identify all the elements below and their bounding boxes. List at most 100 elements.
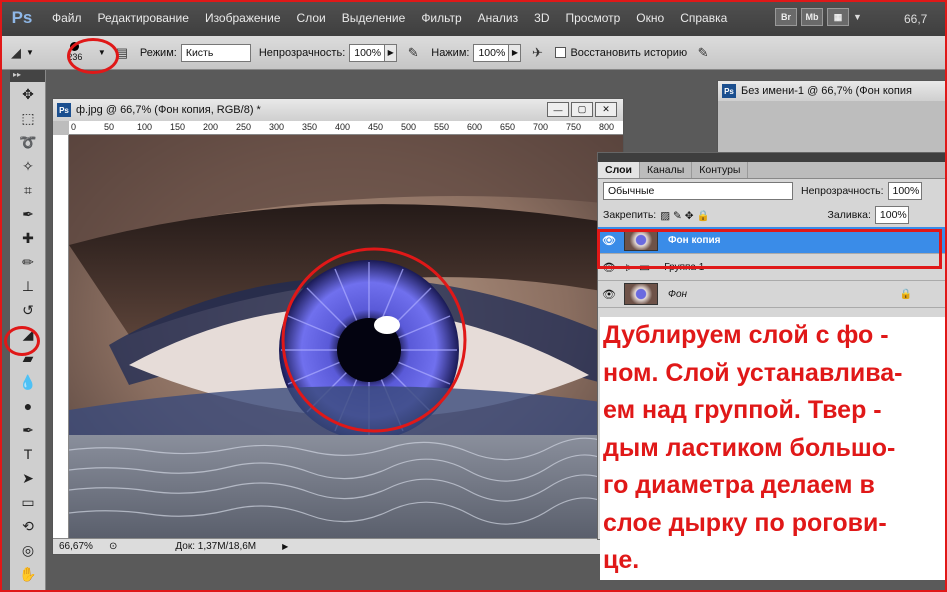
doc-info: Док: 1,37M/18,6M [175,541,257,552]
flow-label: Нажим: [431,46,470,59]
layer-opacity-input[interactable]: 100% [887,182,922,200]
lock-row: Закрепить: ▨ ✎ ✥ 🔒 Заливка: 100% [598,203,946,227]
zoom-icon[interactable]: ⊙ [109,541,117,552]
crop-tool-icon[interactable]: ⌗ [10,178,46,202]
ruler-tick-label: 300 [269,122,285,132]
lock-pixels-icon[interactable]: ▨ ✎ ✥ 🔒 [660,209,709,222]
tab-channels[interactable]: Каналы [640,162,693,178]
blend-row: Обычные Непрозрачность: 100% [598,179,946,203]
shape-tool-icon[interactable]: ▭ [10,490,46,514]
path-select-icon[interactable]: ➤ [10,466,46,490]
status-menu-arrow-icon[interactable]: ▶ [282,542,288,551]
zoom-field[interactable]: 66,67% [59,541,103,552]
blur-tool-icon[interactable]: 💧 [10,370,46,394]
folder-icon: ▭ [638,260,651,274]
menu-file[interactable]: Файл [44,11,90,25]
type-tool-icon[interactable]: T [10,442,46,466]
move-tool-icon[interactable]: ✥ [10,82,46,106]
toolbox-header: ▸▸ [10,70,45,82]
flow-input[interactable]: 100% [473,43,510,62]
layer-opacity-label: Непрозрачность: [801,185,884,197]
tab-paths[interactable]: Контуры [692,162,749,178]
expand-arrow-icon[interactable]: ▷ [626,262,633,273]
zoom-readout: 66,7 [904,12,928,26]
layer-row[interactable]: 👁 ▷ ▭ Группа 1 [598,254,946,281]
ruler-tick-label: 250 [236,122,252,132]
document2-title-bar[interactable]: Ps Без имени-1 @ 66,7% (Фон копия [718,81,946,101]
close-button[interactable]: ✕ [595,102,617,117]
menu-3d[interactable]: 3D [526,11,557,25]
ruler-tick-label: 350 [302,122,318,132]
menu-select[interactable]: Выделение [334,11,414,25]
instruction-text: Дублируем слой с фо - ном. Слой устанавл… [600,317,946,580]
instruction-line: Дублируем слой с фо - [603,321,889,349]
menu-analysis[interactable]: Анализ [470,11,527,25]
maximize-button[interactable]: ▢ [571,102,593,117]
ruler-left[interactable] [53,135,69,538]
ps-doc-icon: Ps [722,84,736,98]
menu-edit[interactable]: Редактирование [90,11,197,25]
opacity-arrow[interactable]: ▶ [385,43,398,62]
ruler-tick-label: 100 [137,122,153,132]
eraser-tool-icon[interactable]: ◢ [6,43,26,63]
menu-filter[interactable]: Фильтр [413,11,469,25]
history-label: Восстановить историю [570,46,688,59]
pen-tool-icon[interactable]: ✒ [10,418,46,442]
image-canvas[interactable] [69,135,623,538]
menu-layers[interactable]: Слои [289,11,334,25]
3d-orbit-icon[interactable]: ◎ [10,538,46,562]
eraser-highlight-circle [4,326,40,356]
menu-bar: Ps Файл Редактирование Изображение Слои … [0,0,947,36]
hand-tool-icon[interactable]: ✋ [10,562,46,586]
opacity-input[interactable]: 100% [349,43,386,62]
pressure-opacity-icon[interactable]: ✎ [403,43,423,63]
ruler-tick-label: 500 [401,122,417,132]
mode-label: Режим: [139,46,177,59]
pressure-size-icon[interactable]: ✎ [693,43,713,63]
bridge-button[interactable]: Br [775,8,797,26]
3d-rotate-icon[interactable]: ⟲ [10,514,46,538]
ruler-tick-label: 200 [203,122,219,132]
history-checkbox[interactable] [555,47,567,58]
lasso-tool-icon[interactable]: ➰ [10,130,46,154]
ruler-top[interactable]: 0 50 100 150 200 250 300 350 400 450 500 550 600 650 7… [69,121,623,135]
eyedropper-icon[interactable]: ✒ [10,202,46,226]
quick-select-icon[interactable]: ✧ [10,154,46,178]
marquee-tool-icon[interactable]: ⬚ [10,106,46,130]
ruler-tick-label: 750 [566,122,582,132]
screen-mode-icon[interactable]: ▦ [827,8,849,26]
mode-select[interactable]: Кисть [180,43,251,62]
document-title: ф.jpg @ 66,7% (Фон копия, RGB/8) * [76,104,261,116]
panel-header[interactable] [598,153,946,162]
ruler-tick-label: 450 [368,122,384,132]
brush-tool-icon[interactable]: ✏ [10,250,46,274]
blend-mode-select[interactable]: Обычные [603,182,793,200]
document-title-bar[interactable]: Ps ф.jpg @ 66,7% (Фон копия, RGB/8) * — … [53,99,623,121]
eye-icon[interactable]: 👁 [598,234,620,247]
airbrush-icon[interactable]: ✈ [527,43,547,63]
eye-icon[interactable]: 👁 [598,288,620,301]
eye-icon[interactable]: 👁 [598,261,620,274]
menu-window[interactable]: Окно [628,11,672,25]
lock-label: Закрепить: [603,209,657,221]
menu-image[interactable]: Изображение [197,11,289,25]
chevron-down-icon[interactable]: ▼ [853,12,862,22]
layer-row[interactable]: 👁 Фон копия [598,227,946,254]
ruler-tick-label: 0 [71,122,77,132]
stamp-tool-icon[interactable]: ⊥ [10,274,46,298]
layer-row[interactable]: 👁 Фон 🔒 [598,281,946,308]
menu-view[interactable]: Просмотр [557,11,628,25]
document2-title: Без имени-1 @ 66,7% (Фон копия [741,85,912,97]
history-brush-icon[interactable]: ↺ [10,298,46,322]
healing-brush-icon[interactable]: ✚ [10,226,46,250]
tab-layers[interactable]: Слои [598,162,640,178]
chevron-down-icon[interactable]: ▼ [26,48,34,57]
flow-arrow[interactable]: ▶ [509,43,522,62]
opacity-label: Непрозрачность: [258,46,346,59]
dodge-tool-icon[interactable]: ● [10,394,46,418]
mini-bridge-button[interactable]: Mb [801,8,823,26]
fill-label: Заливка: [827,209,871,221]
fill-input[interactable]: 100% [874,206,909,224]
minimize-button[interactable]: — [547,102,569,117]
menu-help[interactable]: Справка [672,11,735,25]
